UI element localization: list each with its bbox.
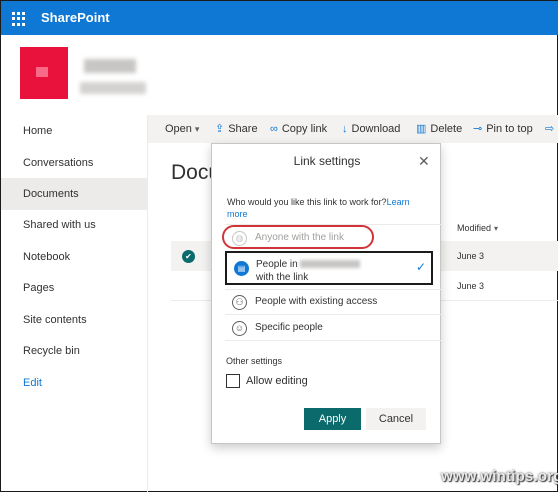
link-settings-dialog: Link settings ✕ Who would you like this … <box>211 143 442 444</box>
copy-link-label: Copy link <box>281 123 328 135</box>
checkmark-icon[interactable]: ✔ <box>182 250 195 263</box>
person-icon: ☺ <box>232 321 247 336</box>
nav-item-home[interactable]: Home <box>1 115 147 147</box>
people-in-suffix: with the link <box>256 272 309 283</box>
pin-to-top-button[interactable]: ⊸ Pin to top <box>473 115 533 143</box>
option-divider <box>225 314 442 315</box>
share-label: Share <box>228 123 258 135</box>
open-label: Open <box>165 123 192 135</box>
app-launcher-icon[interactable] <box>12 12 26 26</box>
modified-column-header[interactable]: Modified ▾ <box>457 223 498 233</box>
nav-item-documents[interactable]: Documents <box>1 178 147 210</box>
allow-editing-label[interactable]: Allow editing <box>246 375 308 387</box>
pin-to-top-label: Pin to top <box>486 123 533 135</box>
copy-link-button[interactable]: ∞ Copy link <box>270 115 327 143</box>
modified-cell: June 3 <box>457 251 485 261</box>
dialog-title: Link settings <box>293 154 361 168</box>
site-title-redacted <box>84 59 136 73</box>
chevron-down-icon: ▾ <box>194 124 200 134</box>
people-in-prefix: People in <box>256 259 298 270</box>
people-icon: ⚇ <box>232 295 247 310</box>
open-button[interactable]: Open ▾ <box>165 115 199 143</box>
option-people-in-org[interactable]: ▤ People in with the link ✓ <box>225 251 433 285</box>
option-specific-label: Specific people <box>255 322 323 333</box>
close-icon[interactable]: ✕ <box>418 153 430 170</box>
nav-item-notebook[interactable]: Notebook <box>1 241 147 273</box>
nav-item-pages[interactable]: Pages <box>1 272 147 304</box>
site-logo[interactable] <box>20 47 68 99</box>
download-icon: ↓ <box>342 123 348 135</box>
share-button[interactable]: ⇪ Share <box>215 115 258 143</box>
dialog-question: Who would you like this link to work for… <box>227 196 432 220</box>
question-text: Who would you like this link to work for… <box>227 197 387 207</box>
option-specific-people[interactable]: ☺ Specific people <box>226 316 431 340</box>
modified-header-label: Modified <box>457 223 492 233</box>
app-title[interactable]: SharePoint <box>41 10 110 25</box>
apply-button[interactable]: Apply <box>304 408 361 430</box>
nav-item-site-contents[interactable]: Site contents <box>1 304 147 336</box>
delete-label: Delete <box>430 123 463 135</box>
organization-name-redacted <box>300 260 361 269</box>
more-commands-icon[interactable]: ⇨ <box>545 115 558 143</box>
nav-edit-link[interactable]: Edit <box>1 367 147 399</box>
option-divider <box>225 340 442 341</box>
watermark: www.wintips.org <box>441 468 558 485</box>
building-icon: ▤ <box>234 261 249 276</box>
nav-item-conversations[interactable]: Conversations <box>1 147 147 179</box>
delete-button[interactable]: ▥ Delete <box>416 115 462 143</box>
chevron-down-icon: ▾ <box>494 224 499 233</box>
cancel-button[interactable]: Cancel <box>366 408 426 430</box>
download-button[interactable]: ↓ Download <box>342 115 400 143</box>
nav-item-shared-with-us[interactable]: Shared with us <box>1 209 147 241</box>
allow-editing-checkbox[interactable] <box>226 374 240 388</box>
share-icon: ⇪ <box>215 123 225 135</box>
pin-icon: ⊸ <box>473 123 483 135</box>
command-bar: Open ▾ ⇪ Share ∞ Copy link ↓ Download ▥ Delet… <box>148 115 558 143</box>
other-settings-heading: Other settings <box>226 356 283 366</box>
page-title: Documents <box>171 161 211 184</box>
trash-icon: ▥ <box>416 123 427 135</box>
link-icon: ∞ <box>270 123 278 135</box>
option-people-in-label: People in with the link <box>256 258 406 284</box>
option-people-existing-access[interactable]: ⚇ People with existing access <box>226 290 431 314</box>
nav-divider <box>147 115 148 492</box>
suite-header: SharePoint <box>1 1 558 35</box>
download-label: Download <box>351 123 401 135</box>
option-existing-label: People with existing access <box>255 296 378 307</box>
selected-check-icon: ✓ <box>416 260 427 274</box>
nav-item-recycle-bin[interactable]: Recycle bin <box>1 335 147 367</box>
highlight-annotation <box>222 225 374 249</box>
site-subtitle-redacted <box>80 82 146 94</box>
modified-cell: June 3 <box>457 281 485 291</box>
